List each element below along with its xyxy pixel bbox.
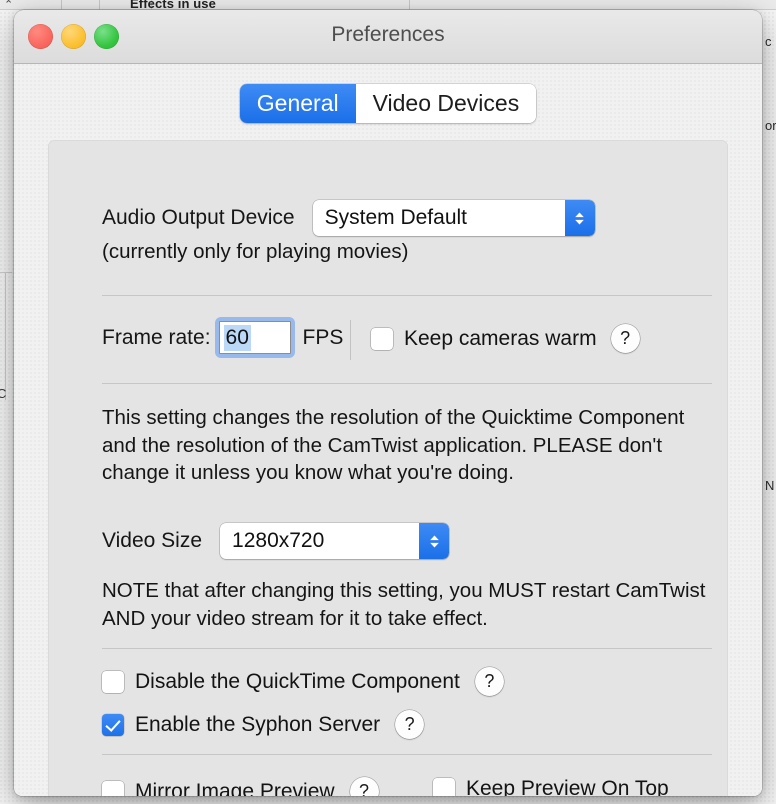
disable-quicktime-checkbox[interactable] (102, 670, 124, 693)
tab-video-devices[interactable]: Video Devices (355, 84, 537, 123)
keep-cameras-warm-row: Keep cameras warm ? (371, 324, 640, 353)
background-right-fragment-3: N (765, 478, 775, 493)
tab-bar: General Video Devices (14, 84, 762, 123)
resolution-note: This setting changes the resolution of t… (102, 406, 685, 484)
frame-rate-unit: FPS (302, 325, 344, 349)
background-toolbar: ⌃ Effects in use (0, 0, 776, 11)
video-size-select[interactable]: 1280x720 (220, 523, 450, 559)
background-toolbar-cell (62, 0, 100, 10)
window-title: Preferences (331, 23, 445, 46)
background-right-fragment-1: c (765, 34, 772, 49)
separator (102, 648, 712, 649)
background-toolbar-cell: ⌃ (0, 0, 62, 11)
audio-output-value: System Default (324, 206, 467, 229)
separator (102, 295, 712, 296)
background-divider (5, 272, 6, 400)
audio-output-row: Audio Output Device System Default (102, 200, 595, 236)
tab-general[interactable]: General (239, 84, 356, 123)
dialog-body: General Video Devices Audio Output Devic… (14, 64, 762, 796)
keep-preview-on-top-row: Keep Preview On Top (433, 777, 669, 796)
audio-output-note: (currently only for playing movies) (102, 240, 409, 263)
keep-cameras-warm-label: Keep cameras warm (404, 326, 597, 350)
frame-rate-value: 60 (223, 324, 251, 351)
stepper-icon[interactable] (419, 523, 450, 559)
video-size-value: 1280x720 (232, 529, 325, 552)
mirror-image-checkbox[interactable] (102, 780, 124, 796)
help-icon-enable-syphon[interactable]: ? (395, 710, 425, 739)
restart-note: NOTE that after changing this setting, y… (102, 579, 706, 630)
vertical-separator (350, 320, 351, 360)
keep-cameras-warm-checkbox[interactable] (371, 327, 393, 350)
desktop-background: ⌃ Effects in use C c or N Preferences Ge… (0, 0, 776, 804)
frame-rate-label: Frame rate: (102, 325, 211, 349)
video-size-row: Video Size 1280x720 (102, 523, 450, 559)
help-icon-disable-quicktime[interactable]: ? (474, 667, 504, 696)
background-toolbar-cell (410, 0, 776, 10)
chevron-up-icon: ⌃ (4, 0, 14, 11)
help-icon-keep-cameras-warm[interactable]: ? (610, 324, 640, 353)
frame-rate-input[interactable]: 60 (214, 317, 295, 358)
mirror-image-row: Mirror Image Preview ? (102, 777, 379, 796)
background-left-fragment: C (0, 386, 7, 401)
video-size-label: Video Size (102, 529, 203, 552)
help-icon-mirror-image[interactable]: ? (349, 777, 379, 796)
mirror-image-label: Mirror Image Preview (135, 779, 335, 797)
enable-syphon-row: Enable the Syphon Server ? (102, 710, 425, 739)
separator (102, 754, 712, 755)
disable-quicktime-label: Disable the QuickTime Component (135, 669, 460, 693)
background-right-fragment-2: or (765, 118, 776, 133)
keep-preview-on-top-checkbox[interactable] (433, 778, 455, 796)
audio-output-select[interactable]: System Default (312, 200, 595, 236)
frame-rate-row: Frame rate: 60 FPS (102, 317, 343, 358)
settings-panel: Audio Output Device System Default (curr… (48, 140, 728, 796)
enable-syphon-checkbox[interactable] (102, 713, 124, 736)
stepper-icon[interactable] (564, 200, 595, 236)
enable-syphon-label: Enable the Syphon Server (135, 712, 381, 736)
separator (102, 383, 712, 384)
keep-preview-on-top-label: Keep Preview On Top (466, 777, 669, 796)
background-divider (0, 272, 12, 273)
preferences-window: Preferences General Video Devices Audio … (14, 10, 762, 796)
titlebar: Preferences (14, 10, 762, 64)
audio-output-label: Audio Output Device (102, 206, 295, 229)
disable-quicktime-row: Disable the QuickTime Component ? (102, 667, 504, 696)
